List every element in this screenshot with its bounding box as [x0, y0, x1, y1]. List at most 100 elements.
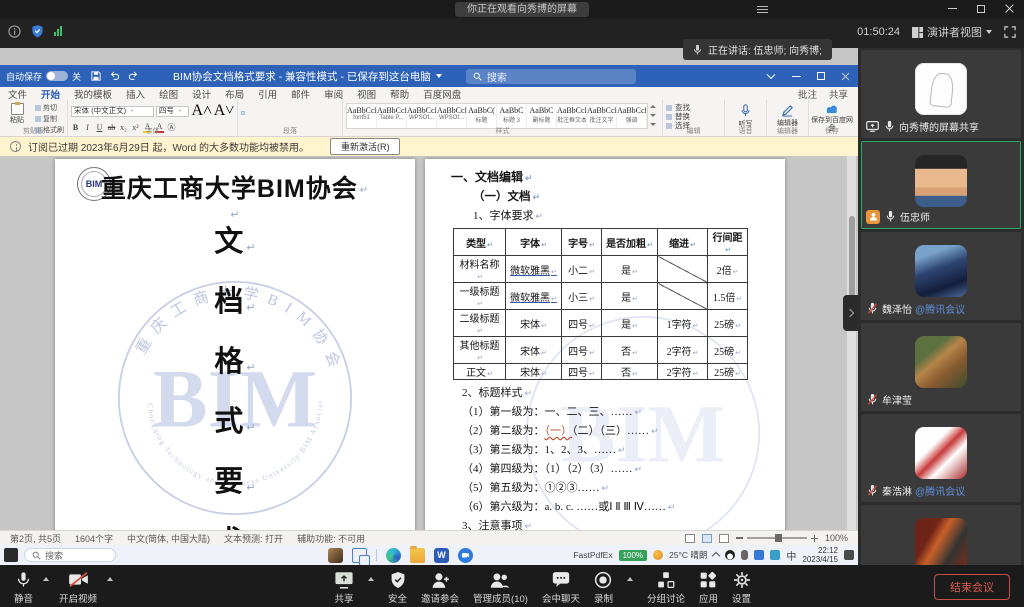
toolbar-chat-button[interactable]: 会中聊天: [542, 570, 580, 605]
caret-up-icon[interactable]: [368, 577, 374, 581]
zoom-in-icon[interactable]: [811, 535, 818, 542]
grow-font-icon[interactable]: A˄: [191, 102, 211, 120]
title-chevron-icon[interactable]: [436, 74, 442, 78]
ime-indicator[interactable]: 中: [786, 548, 796, 563]
font-name-select[interactable]: 宋体 (中文正文): [71, 106, 154, 117]
save-icon[interactable]: [91, 71, 101, 81]
taskbar-search[interactable]: 搜索: [24, 548, 116, 562]
battery-indicator[interactable]: 100%: [619, 550, 647, 561]
style-item[interactable]: AaBbC标题 3: [497, 104, 527, 128]
hamburger-menu-icon[interactable]: [757, 6, 768, 13]
caret-up-icon[interactable]: [627, 577, 633, 581]
mic-tray-icon[interactable]: [741, 550, 748, 560]
file-explorer-icon[interactable]: [410, 548, 425, 563]
toolbar-video-button[interactable]: 开启视频: [59, 570, 97, 605]
zoom-slider[interactable]: [736, 535, 818, 542]
caret-up-icon[interactable]: [107, 577, 113, 581]
align-center-icon[interactable]: [249, 111, 253, 115]
style-item[interactable]: AaBbCcD批注文字: [587, 104, 617, 128]
info-icon[interactable]: [8, 25, 21, 38]
ribbon-tab-5[interactable]: 设计: [192, 87, 211, 101]
font-size-select[interactable]: 四号: [156, 106, 190, 117]
numbering-icon[interactable]: [249, 104, 253, 108]
editor-button[interactable]: 编辑器: [770, 104, 805, 128]
participant-tile[interactable]: 魏泽怡@腾讯会议: [861, 232, 1021, 320]
status-language[interactable]: 中文(简体, 中国大陆): [127, 532, 210, 545]
clipboard-item-1[interactable]: 复制: [35, 114, 64, 124]
style-item[interactable]: AaBbC副标题: [527, 104, 557, 128]
toolbar-record-button[interactable]: 录制: [594, 570, 613, 605]
minimize-icon[interactable]: [948, 8, 957, 9]
toolbar-security-button[interactable]: 安全: [388, 570, 407, 605]
clipboard-item-0[interactable]: 剪切: [35, 103, 64, 113]
toolbar-apps-button[interactable]: 应用: [699, 570, 718, 605]
edge-browser-icon[interactable]: [386, 548, 401, 563]
status-page[interactable]: 第2页, 共5页: [10, 532, 61, 545]
toolbar-invite-button[interactable]: 邀请参会: [421, 570, 459, 605]
meeting-app-icon[interactable]: [458, 548, 473, 563]
end-meeting-button[interactable]: 结束会议: [934, 574, 1010, 600]
zoom-thumb[interactable]: [775, 534, 782, 542]
sort-icon[interactable]: [281, 104, 285, 108]
style-item[interactable]: AaBbCcL强调: [617, 104, 647, 128]
line-spacing-icon[interactable]: [273, 111, 277, 115]
style-item[interactable]: AaBbCcD批注框文本: [557, 104, 587, 128]
shading-icon[interactable]: [281, 111, 285, 115]
word-search-box[interactable]: 搜索: [466, 69, 636, 84]
ribbon-share-button[interactable]: 共享: [829, 87, 848, 101]
close-icon[interactable]: [1005, 4, 1014, 13]
pinned-app-icon[interactable]: [4, 548, 18, 562]
reactivate-button[interactable]: 重新激活(R): [330, 138, 401, 155]
caret-up-icon[interactable]: [43, 577, 49, 581]
ribbon-tab-3[interactable]: 插入: [126, 87, 145, 101]
justify-icon[interactable]: [265, 111, 269, 115]
autosave-toggle[interactable]: 自动保存 关: [6, 70, 81, 83]
word-minimize-icon[interactable]: [792, 76, 801, 77]
zoom-percent[interactable]: 100%: [825, 533, 848, 543]
ribbon-tab-11[interactable]: 帮助: [390, 87, 409, 101]
ribbon-tab-4[interactable]: 绘图: [159, 87, 178, 101]
ribbon-tab-6[interactable]: 布局: [225, 87, 244, 101]
toolbar-mute-button[interactable]: 静音: [14, 570, 33, 605]
status-prediction[interactable]: 文本预测: 打开: [224, 532, 283, 545]
styles-scroll-arrows[interactable]: [648, 102, 658, 129]
document-area[interactable]: 重庆工商大学BIM协会 Chongqing Technology and Bus…: [0, 156, 858, 530]
taskbar-clock[interactable]: 22:12 2023/4/15: [802, 546, 838, 564]
ribbon-tab-2[interactable]: 我的模板: [74, 87, 112, 101]
paste-button[interactable]: 粘贴: [5, 103, 29, 125]
participant-tile[interactable]: 牟津莹: [861, 323, 1021, 411]
ribbon-tab-12[interactable]: 百度网盘: [423, 87, 461, 101]
word-close-icon[interactable]: [841, 72, 849, 80]
style-item[interactable]: AaBbC(标题: [467, 104, 497, 128]
toolbar-members-button[interactable]: 管理成员(10): [473, 570, 528, 605]
ribbon-tab-9[interactable]: 审阅: [324, 87, 343, 101]
bullets-icon[interactable]: [241, 104, 245, 108]
ribbon-tab-8[interactable]: 邮件: [291, 87, 310, 101]
tray-expand-icon[interactable]: [712, 552, 720, 560]
photo-thumbnail-icon[interactable]: [328, 548, 343, 563]
tray-app-label[interactable]: FastPdfEx: [573, 550, 612, 560]
web-layout-icon[interactable]: [719, 534, 729, 543]
ribbon-tab-10[interactable]: 视图: [357, 87, 376, 101]
borders-icon[interactable]: [289, 111, 293, 115]
view-mode-selector[interactable]: 演讲者视图: [912, 24, 992, 40]
shield-icon[interactable]: [31, 24, 44, 38]
participant-tile[interactable]: 伍忠师: [861, 141, 1021, 229]
style-item[interactable]: AaBbCcLfont51: [347, 104, 377, 128]
tray-app-icon-2[interactable]: [770, 550, 780, 560]
style-item[interactable]: AaBbCcDtTable P...: [377, 104, 407, 128]
fullscreen-icon[interactable]: [1004, 26, 1016, 38]
shrink-font-icon[interactable]: A˅: [214, 102, 234, 120]
qq-tray-icon[interactable]: [725, 550, 735, 560]
participant-tile[interactable]: [861, 505, 1021, 565]
word-restore-icon[interactable]: [817, 72, 825, 80]
toolbar-settings-button[interactable]: 设置: [732, 570, 751, 605]
status-words[interactable]: 1604个字: [75, 532, 113, 545]
participant-tile[interactable]: 向秀博的屏幕共享: [861, 50, 1021, 138]
style-item[interactable]: AaBbCcDtWPSOf...: [407, 104, 437, 128]
align-right-icon[interactable]: [257, 111, 261, 115]
redo-icon[interactable]: [128, 71, 139, 81]
read-mode-icon[interactable]: [685, 534, 695, 543]
print-layout-icon[interactable]: [702, 534, 712, 543]
tray-app-icon[interactable]: [754, 550, 764, 560]
